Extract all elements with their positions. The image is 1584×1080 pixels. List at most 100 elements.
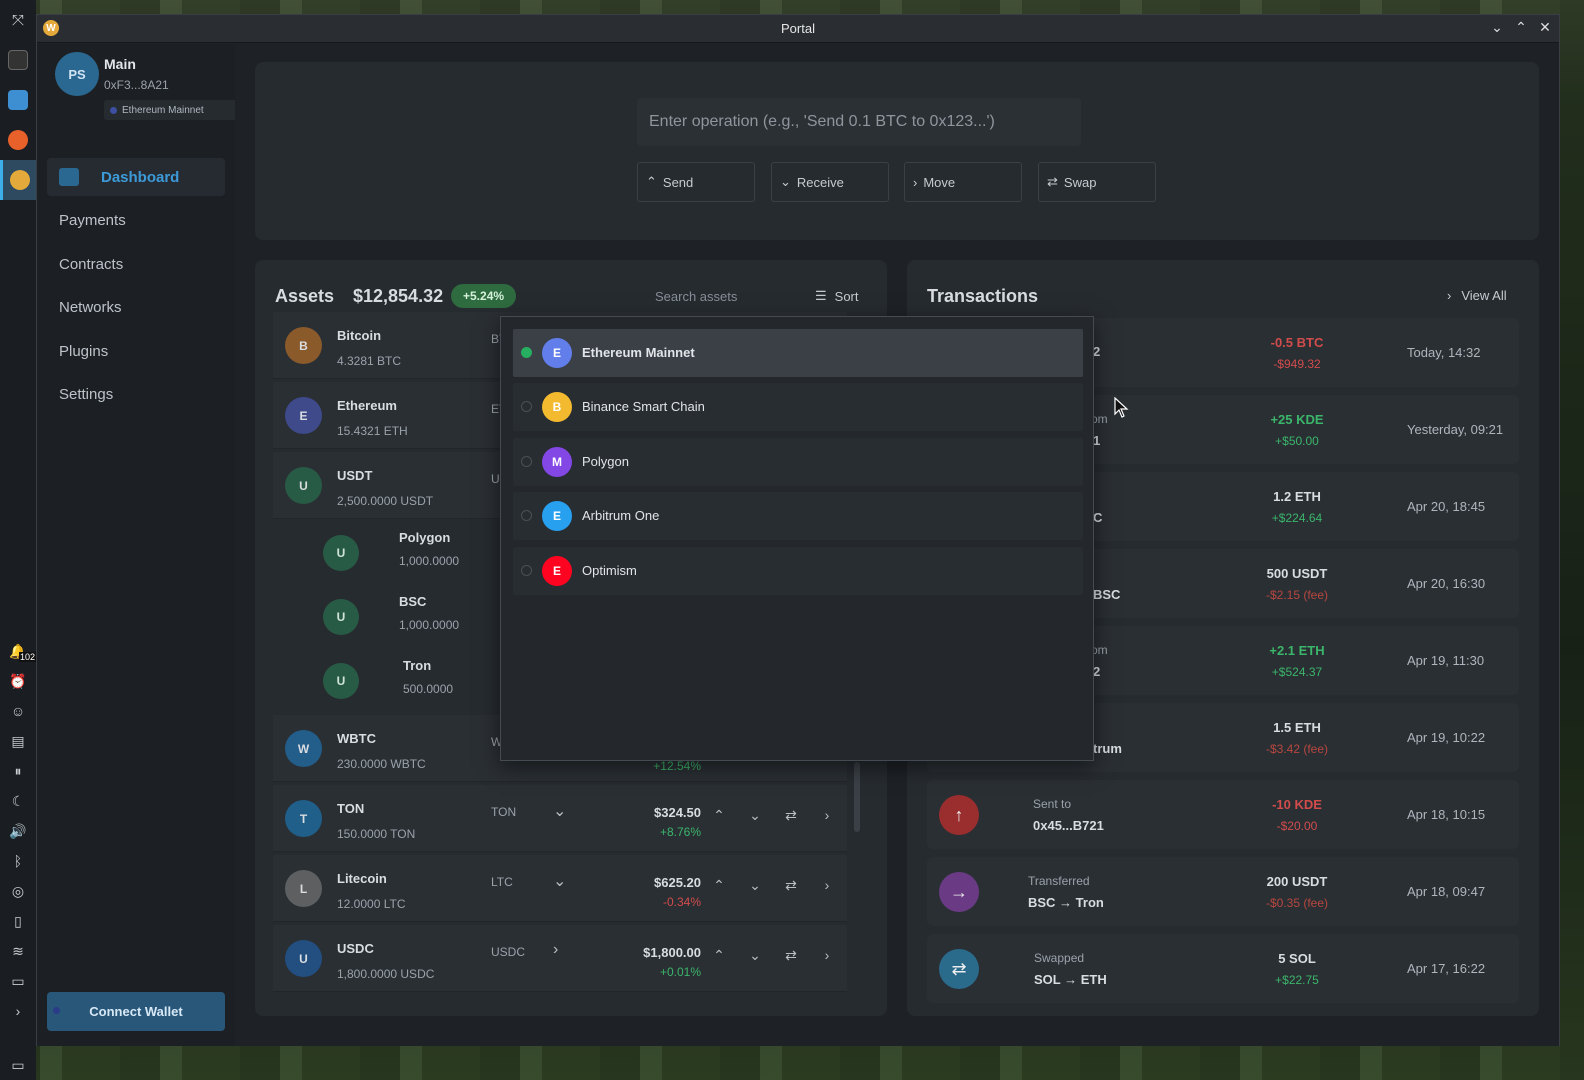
details-chevron-right-icon[interactable]: › [817, 807, 837, 824]
maximize-icon[interactable]: ⌃ [1513, 19, 1529, 36]
notifications-icon[interactable]: 🔔 102 [0, 636, 36, 666]
transaction-item[interactable]: ⇄ Swapped SOL → ETH 5 SOL +$22.75 Apr 17… [927, 934, 1519, 1003]
volume-icon[interactable]: 🔊 [0, 816, 36, 846]
network-option-binance-smart-chain[interactable]: B Binance Smart Chain [513, 383, 1083, 431]
clock[interactable] [17, 1030, 19, 1046]
expand-chevron-down-icon[interactable]: ⌄ [553, 801, 566, 821]
show-desktop-icon[interactable]: ▭ [0, 1050, 36, 1080]
app-launcher-icon[interactable]: ⤧ [0, 0, 36, 40]
tx-counterparty: 1 [1093, 433, 1101, 448]
tx-time: Today, 14:32 [1407, 345, 1481, 360]
asset-amount: 150.0000 TON [337, 827, 416, 841]
asset-name: TON [337, 801, 365, 816]
asset-name: Ethereum [337, 398, 397, 413]
move-button[interactable]: › Move [904, 162, 1022, 202]
usdt-coin-icon: U [323, 663, 359, 699]
user-icon[interactable]: ☺ [0, 696, 36, 726]
sidebar-item-payments[interactable]: Payments [47, 202, 225, 240]
send-arrow-up-icon[interactable]: ⌃ [709, 807, 729, 824]
minimize-icon[interactable]: ⌄ [1489, 19, 1505, 36]
receive-arrow-down-icon[interactable]: ⌄ [745, 877, 765, 894]
asset-change: +8.76% [659, 825, 701, 839]
asset-amount: 4.3281 BTC [337, 354, 402, 368]
tx-counterparty: 0x45...B721 [1033, 818, 1104, 833]
bluetooth-icon[interactable]: ᛒ [0, 846, 36, 876]
sidebar-item-settings[interactable]: Settings [47, 376, 225, 414]
transaction-item[interactable]: → Transferred BSC → Tron 200 USDT -$0.35… [927, 857, 1519, 926]
night-mode-icon[interactable]: ☾ [0, 786, 36, 816]
network-badge[interactable]: Ethereum Mainnet [104, 100, 240, 120]
swap-icon[interactable]: ⇄ [781, 877, 801, 894]
battery-icon[interactable]: ▭ [0, 966, 36, 996]
sort-label: Sort [834, 288, 859, 304]
receive-arrow-down-icon[interactable]: ⌄ [745, 807, 765, 824]
swap-button[interactable]: ⇄ Swap [1038, 162, 1156, 202]
move-label: Move [923, 174, 956, 190]
asset-search-input[interactable]: Search assets [649, 282, 799, 310]
send-button[interactable]: ⌃ Send [637, 162, 755, 202]
close-icon[interactable]: ✕ [1537, 19, 1553, 36]
swap-icon[interactable]: ⇄ [781, 807, 801, 824]
titlebar[interactable]: W Portal ⌄ ⌃ ✕ [37, 15, 1559, 43]
firefox-app-icon[interactable] [0, 120, 36, 160]
network-option-ethereum-mainnet[interactable]: E Ethereum Mainnet [513, 329, 1083, 377]
asset-row-usdc[interactable]: U USDC 1,800.0000 USDC USDC › $1,800.00 … [273, 925, 847, 992]
window-title: Portal [781, 21, 815, 36]
terminal-app-icon[interactable] [0, 40, 36, 80]
clipboard-icon[interactable]: ▤ [0, 726, 36, 756]
transaction-item[interactable]: ↑ Sent to 0x45...B721 -10 KDE -$20.00 Ap… [927, 780, 1519, 849]
details-chevron-right-icon[interactable]: › [817, 877, 837, 894]
kde-connect-icon[interactable]: ◎ [0, 876, 36, 906]
sidebar-item-contracts[interactable]: Contracts [47, 245, 225, 283]
bitcoin-coin-icon: B [285, 327, 322, 364]
tx-counterparty: BSC → Tron [1028, 895, 1104, 910]
sidebar-item-networks[interactable]: Networks [47, 289, 225, 327]
expand-chevron-right-icon[interactable]: › [553, 941, 558, 959]
sidebar-item-plugins[interactable]: Plugins [47, 332, 225, 370]
scrollbar-thumb[interactable] [854, 762, 860, 832]
details-chevron-right-icon[interactable]: › [817, 947, 837, 964]
media-pause-icon[interactable]: ⏸ [0, 756, 36, 786]
asset-name: Litecoin [337, 871, 387, 886]
view-all-button[interactable]: › View All [1447, 288, 1507, 303]
sidebar-item-dashboard[interactable]: Dashboard [47, 158, 225, 196]
network-option-label: Optimism [582, 563, 637, 578]
tx-usd: +$50.00 [1275, 434, 1319, 448]
file-manager-app-icon[interactable] [0, 80, 36, 120]
receive-arrow-down-icon[interactable]: ⌄ [745, 947, 765, 964]
alarm-icon[interactable]: ⏰ [0, 666, 36, 696]
swap-icon[interactable]: ⇄ [781, 947, 801, 964]
receive-label: Receive [796, 174, 844, 190]
chevron-right-icon: › [1447, 288, 1452, 303]
network-option-arbitrum-one[interactable]: E Arbitrum One [513, 492, 1083, 540]
network-option-label: Ethereum Mainnet [582, 345, 695, 360]
sort-button[interactable]: ☰ Sort [815, 288, 859, 304]
asset-row-litecoin[interactable]: L Litecoin 12.0000 LTC LTC ⌄ $625.20 -0.… [273, 855, 847, 922]
portal-app-icon[interactable] [0, 160, 36, 200]
wifi-icon[interactable]: ≋ [0, 936, 36, 966]
expand-tray-icon[interactable]: › [0, 996, 36, 1026]
receive-button[interactable]: ⌄ Receive [771, 162, 889, 202]
ton-coin-icon: T [285, 800, 322, 837]
receive-icon: ⌄ [780, 174, 791, 189]
send-arrow-up-icon[interactable]: ⌃ [709, 877, 729, 894]
asset-row-ton[interactable]: T TON 150.0000 TON TON ⌄ $324.50 +8.76% … [273, 785, 847, 852]
swap-label: Swap [1063, 174, 1097, 190]
connect-wallet-button[interactable]: Connect Wallet [47, 992, 225, 1031]
polygon-network-icon: M [542, 447, 572, 477]
connect-status-dot-icon [53, 1007, 60, 1014]
sort-icon: ☰ [815, 288, 827, 303]
tx-counterparty: 2 [1093, 664, 1101, 679]
device-icon[interactable]: ▯ [0, 906, 36, 936]
network-option-polygon[interactable]: M Polygon [513, 438, 1083, 486]
sidebar: PS Main 0xF3...8A21 Ethereum Mainnet Das… [37, 44, 240, 1046]
expand-chevron-down-icon[interactable]: ⌄ [553, 871, 566, 891]
send-arrow-up-icon[interactable]: ⌃ [709, 947, 729, 964]
tx-time: Apr 20, 16:30 [1407, 576, 1486, 591]
network-option-optimism[interactable]: E Optimism [513, 547, 1083, 595]
swap-icon: ⇄ [939, 949, 979, 989]
wbtc-coin-icon: W [285, 730, 322, 767]
operation-input[interactable]: Enter operation (e.g., 'Send 0.1 BTC to … [637, 98, 1081, 146]
wallet-name: Main [104, 56, 136, 72]
tx-counterparty: BSC [1093, 587, 1121, 602]
